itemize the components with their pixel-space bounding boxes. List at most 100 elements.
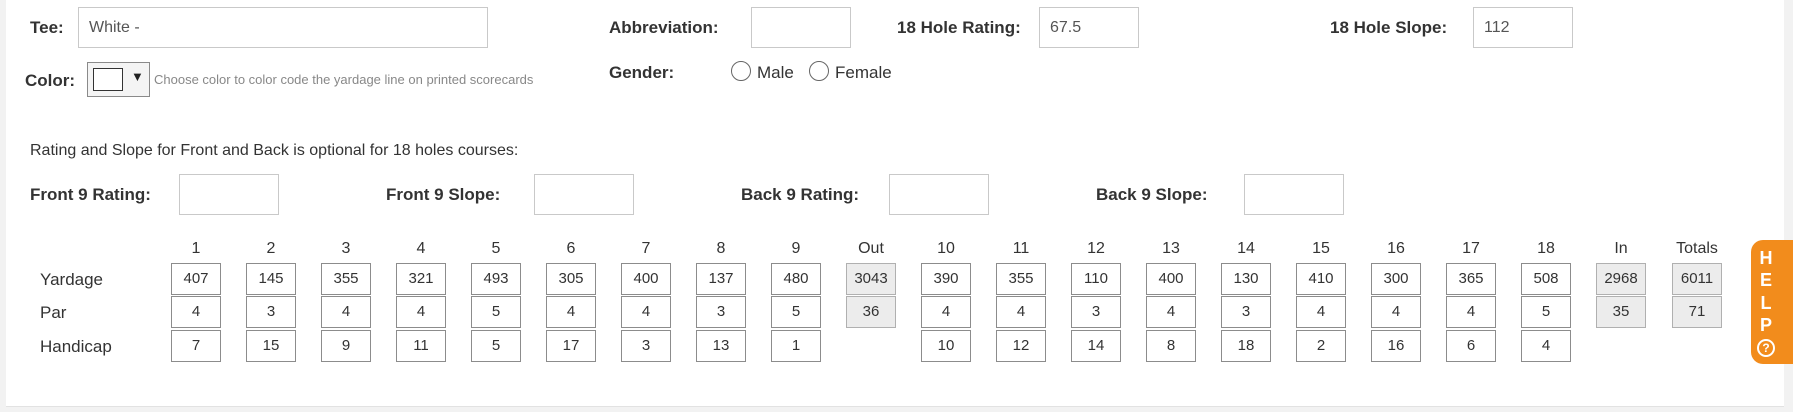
par-input[interactable]: 4 bbox=[1146, 296, 1196, 328]
gender-female-radio[interactable] bbox=[809, 61, 829, 81]
front9-rating-input[interactable] bbox=[179, 174, 279, 215]
back9-rating-input[interactable] bbox=[889, 174, 989, 215]
column-header: 8 bbox=[716, 240, 726, 257]
column-header: Out bbox=[858, 240, 884, 257]
column-header: 14 bbox=[1237, 240, 1255, 257]
column-header: 4 bbox=[416, 240, 426, 257]
row-label-yardage: Yardage bbox=[40, 270, 104, 289]
par-input[interactable]: 4 bbox=[996, 296, 1046, 328]
yardage-input[interactable]: 390 bbox=[921, 263, 971, 295]
par-input[interactable]: 5 bbox=[471, 296, 521, 328]
column-header: 7 bbox=[641, 240, 651, 257]
front9-slope-label: Front 9 Slope: bbox=[386, 185, 501, 204]
handicap-input[interactable]: 10 bbox=[921, 330, 971, 362]
handicap-input[interactable]: 4 bbox=[1521, 330, 1571, 362]
abbreviation-input[interactable] bbox=[751, 7, 851, 48]
yardage-input[interactable]: 400 bbox=[621, 263, 671, 295]
gender-label: Gender: bbox=[609, 63, 675, 82]
slope-18-input[interactable] bbox=[1473, 7, 1573, 48]
help-letter: P bbox=[1759, 315, 1772, 335]
column-header: 11 bbox=[1012, 240, 1030, 257]
color-swatch bbox=[93, 68, 123, 91]
yardage-input[interactable]: 137 bbox=[696, 263, 746, 295]
handicap-input[interactable]: 1 bbox=[771, 330, 821, 362]
gender-female-label[interactable]: Female bbox=[835, 63, 892, 83]
handicap-input[interactable]: 18 bbox=[1221, 330, 1271, 362]
yardage-input[interactable]: 493 bbox=[471, 263, 521, 295]
dropdown-arrow-icon: ▼ bbox=[131, 69, 144, 84]
column-header: 13 bbox=[1162, 240, 1180, 257]
handicap-input[interactable]: 8 bbox=[1146, 330, 1196, 362]
par-input[interactable]: 4 bbox=[1296, 296, 1346, 328]
par-total-cell: 35 bbox=[1596, 296, 1646, 328]
par-input[interactable]: 4 bbox=[1446, 296, 1496, 328]
yardage-input[interactable]: 305 bbox=[546, 263, 596, 295]
front9-slope-input[interactable] bbox=[534, 174, 634, 215]
gender-male-radio[interactable] bbox=[731, 61, 751, 81]
par-input[interactable]: 4 bbox=[546, 296, 596, 328]
yardage-input[interactable]: 410 bbox=[1296, 263, 1346, 295]
par-total-cell: 71 bbox=[1672, 296, 1722, 328]
par-input[interactable]: 5 bbox=[771, 296, 821, 328]
yardage-input[interactable]: 480 bbox=[771, 263, 821, 295]
handicap-input[interactable]: 6 bbox=[1446, 330, 1496, 362]
help-letter: E bbox=[1759, 270, 1772, 290]
yardage-input[interactable]: 407 bbox=[171, 263, 221, 295]
yardage-input[interactable]: 365 bbox=[1446, 263, 1496, 295]
handicap-input[interactable]: 16 bbox=[1371, 330, 1421, 362]
par-input[interactable]: 3 bbox=[696, 296, 746, 328]
color-picker-select[interactable]: ▼ bbox=[87, 62, 150, 97]
par-input[interactable]: 4 bbox=[921, 296, 971, 328]
par-input[interactable]: 4 bbox=[396, 296, 446, 328]
back9-slope-input[interactable] bbox=[1244, 174, 1344, 215]
par-input[interactable]: 3 bbox=[246, 296, 296, 328]
par-input[interactable]: 5 bbox=[1521, 296, 1571, 328]
rating-18-label: 18 Hole Rating: bbox=[897, 18, 1021, 37]
handicap-input[interactable]: 3 bbox=[621, 330, 671, 362]
handicap-input[interactable]: 15 bbox=[246, 330, 296, 362]
yardage-input[interactable]: 355 bbox=[996, 263, 1046, 295]
column-header: 18 bbox=[1537, 240, 1555, 257]
handicap-input[interactable]: 2 bbox=[1296, 330, 1346, 362]
yardage-total-cell: 2968 bbox=[1596, 263, 1646, 295]
slope-18-label: 18 Hole Slope: bbox=[1330, 18, 1448, 37]
column-header: 10 bbox=[937, 240, 955, 257]
handicap-input[interactable]: 11 bbox=[396, 330, 446, 362]
yardage-input[interactable]: 110 bbox=[1071, 263, 1121, 295]
tee-name-input[interactable] bbox=[78, 7, 488, 48]
handicap-input[interactable]: 12 bbox=[996, 330, 1046, 362]
par-input[interactable]: 4 bbox=[321, 296, 371, 328]
column-header: 15 bbox=[1312, 240, 1330, 257]
handicap-input[interactable]: 13 bbox=[696, 330, 746, 362]
par-total-cell: 36 bbox=[846, 296, 896, 328]
yardage-input[interactable]: 130 bbox=[1221, 263, 1271, 295]
row-label-handicap: Handicap bbox=[40, 337, 112, 356]
tee-label: Tee: bbox=[30, 18, 64, 37]
par-input[interactable]: 4 bbox=[621, 296, 671, 328]
yardage-input[interactable]: 145 bbox=[246, 263, 296, 295]
par-input[interactable]: 3 bbox=[1071, 296, 1121, 328]
help-letter: H bbox=[1759, 248, 1773, 268]
handicap-input[interactable]: 17 bbox=[546, 330, 596, 362]
color-hint: Choose color to color code the yardage l… bbox=[154, 72, 534, 87]
column-header: 6 bbox=[566, 240, 576, 257]
yardage-input[interactable]: 400 bbox=[1146, 263, 1196, 295]
yardage-input[interactable]: 321 bbox=[396, 263, 446, 295]
row-label-par: Par bbox=[40, 303, 67, 322]
handicap-input[interactable]: 14 bbox=[1071, 330, 1121, 362]
handicap-input[interactable]: 7 bbox=[171, 330, 221, 362]
yardage-input[interactable]: 300 bbox=[1371, 263, 1421, 295]
help-tab[interactable]: H E L P ? bbox=[1751, 240, 1793, 364]
par-input[interactable]: 4 bbox=[1371, 296, 1421, 328]
column-header: Totals bbox=[1676, 240, 1718, 257]
yardage-input[interactable]: 355 bbox=[321, 263, 371, 295]
rating-18-input[interactable] bbox=[1039, 7, 1139, 48]
par-input[interactable]: 3 bbox=[1221, 296, 1271, 328]
par-input[interactable]: 4 bbox=[171, 296, 221, 328]
column-header: 5 bbox=[491, 240, 501, 257]
handicap-input[interactable]: 9 bbox=[321, 330, 371, 362]
column-header: 17 bbox=[1462, 240, 1480, 257]
gender-male-label[interactable]: Male bbox=[757, 63, 794, 83]
yardage-input[interactable]: 508 bbox=[1521, 263, 1571, 295]
handicap-input[interactable]: 5 bbox=[471, 330, 521, 362]
